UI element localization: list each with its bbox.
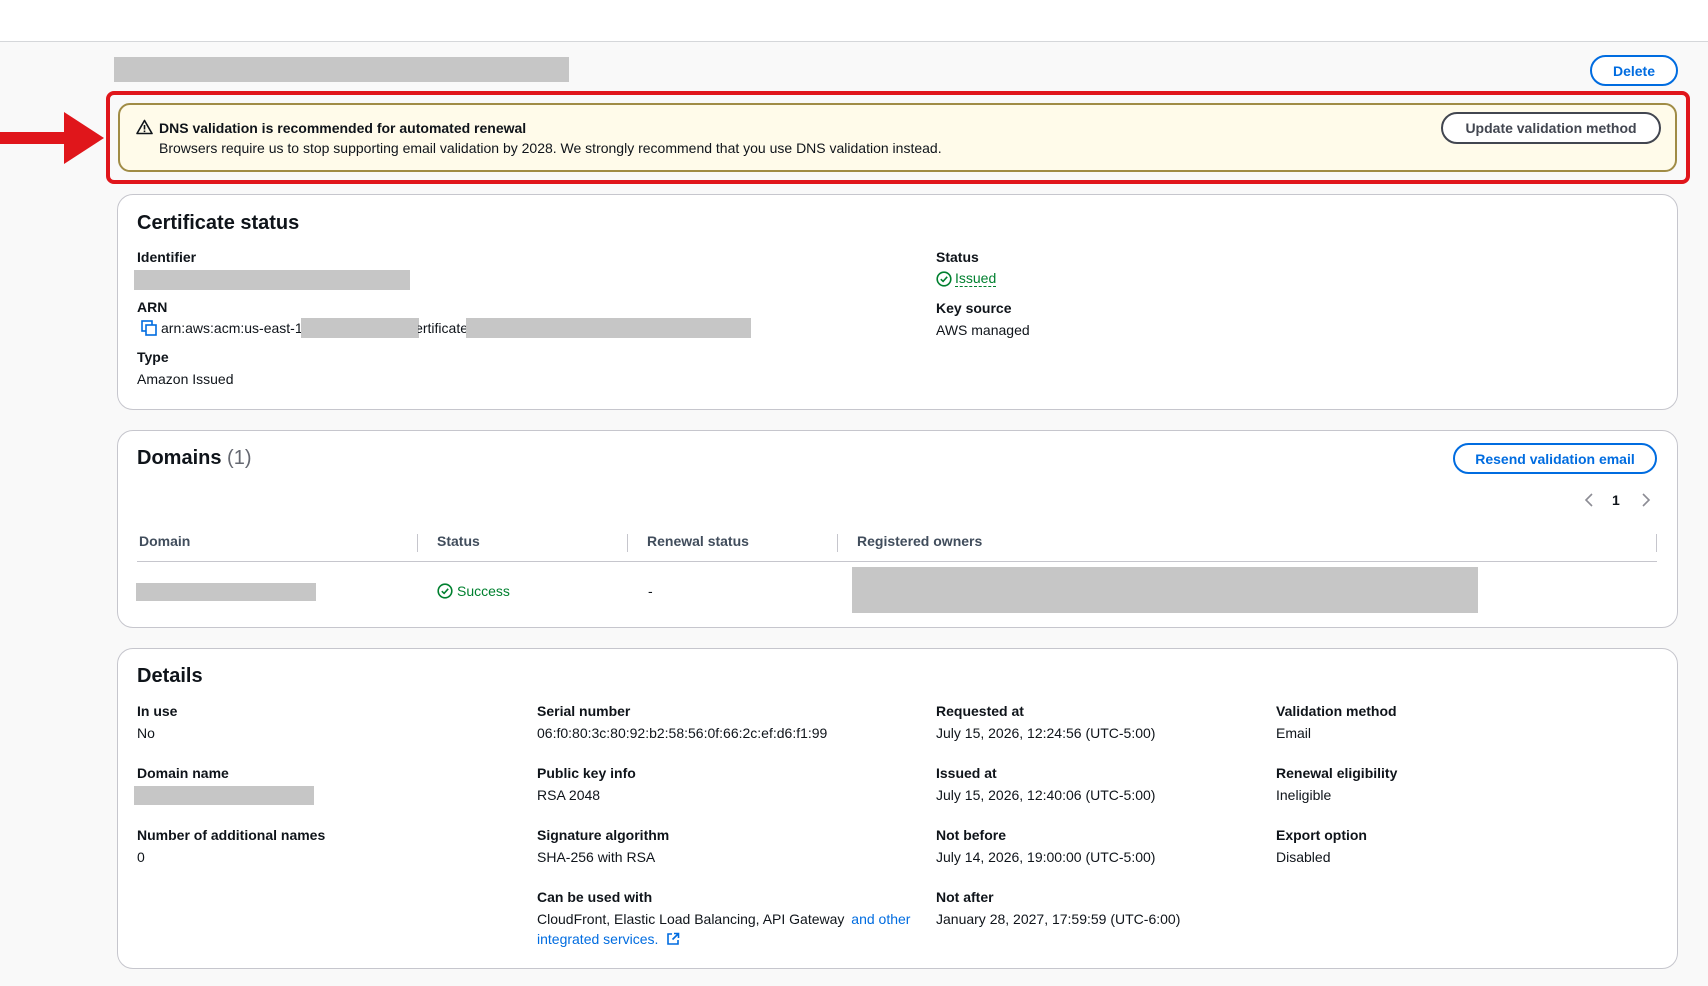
domain-name-label: Domain name (137, 765, 229, 781)
signature-algorithm-value: SHA-256 with RSA (537, 849, 656, 865)
can-be-used-label: Can be used with (537, 889, 653, 905)
arn-value-middle: certificate (418, 320, 468, 336)
check-circle-icon (936, 270, 952, 287)
arn-value-prefix: arn:aws:acm:us-east-1 (161, 320, 303, 336)
external-link-icon[interactable] (666, 932, 680, 946)
validation-method-label: Validation method (1276, 703, 1397, 719)
alert-message: Browsers require us to stop supporting e… (159, 140, 942, 156)
chevron-right-icon[interactable] (1640, 493, 1652, 507)
validation-method-value: Email (1276, 725, 1312, 741)
domain-cell-redacted (136, 583, 316, 601)
requested-at-value: July 15, 2026, 12:24:56 (UTC-5:00) (936, 725, 1156, 741)
domains-heading: Domains (1) (137, 447, 251, 470)
additional-names-value: 0 (137, 849, 145, 865)
public-key-label: Public key info (537, 765, 636, 781)
column-header-renewal-status[interactable]: Renewal status (647, 533, 749, 549)
column-divider[interactable] (627, 534, 628, 552)
arn-value-middle-clip: certificate (418, 320, 468, 338)
issued-at-value: July 15, 2026, 12:40:06 (UTC-5:00) (936, 787, 1156, 803)
integrated-services-link-line2[interactable]: integrated services. (537, 931, 658, 947)
resend-validation-email-button[interactable]: Resend validation email (1453, 443, 1657, 474)
page-number[interactable]: 1 (1612, 492, 1620, 508)
status-indicator: Issued (936, 270, 997, 287)
column-header-status[interactable]: Status (437, 533, 480, 549)
status-value[interactable]: Issued (955, 270, 997, 287)
not-after-label: Not after (936, 889, 994, 905)
column-divider[interactable] (1656, 534, 1657, 552)
row-status-value: Success (457, 583, 510, 599)
can-be-used-services: CloudFront, Elastic Load Balancing, API … (537, 911, 845, 927)
annotation-arrow-icon (0, 112, 104, 164)
arn-id-redacted (466, 318, 751, 338)
certificate-status-card (117, 194, 1678, 410)
alert-title: DNS validation is recommended for automa… (159, 120, 527, 136)
not-before-value: July 14, 2026, 19:00:00 (UTC-5:00) (936, 849, 1156, 865)
serial-number-label: Serial number (537, 703, 631, 719)
not-before-label: Not before (936, 827, 1006, 843)
table-header-divider (137, 561, 1657, 562)
update-validation-method-button[interactable]: Update validation method (1441, 112, 1661, 144)
arn-account-redacted (301, 318, 419, 338)
in-use-value: No (137, 725, 155, 741)
domains-count: (1) (227, 447, 252, 469)
renewal-eligibility-label: Renewal eligibility (1276, 765, 1398, 781)
page-title-redacted (114, 57, 569, 82)
delete-button[interactable]: Delete (1590, 55, 1678, 86)
in-use-label: In use (137, 703, 178, 719)
key-source-label: Key source (936, 300, 1012, 316)
domain-name-redacted (134, 786, 314, 805)
identifier-value-redacted (134, 270, 410, 290)
key-source-value: AWS managed (936, 322, 1030, 338)
type-label: Type (137, 349, 169, 365)
domains-title: Domains (137, 447, 222, 469)
export-option-value: Disabled (1276, 849, 1331, 865)
signature-algorithm-label: Signature algorithm (537, 827, 670, 843)
column-divider[interactable] (417, 534, 418, 552)
registered-owners-redacted (852, 567, 1478, 613)
copy-icon[interactable] (141, 320, 157, 336)
public-key-value: RSA 2048 (537, 787, 601, 803)
check-circle-icon (437, 583, 453, 599)
warning-icon (136, 119, 153, 135)
certificate-status-heading: Certificate status (137, 212, 300, 234)
can-be-used-value-line2: integrated services. (537, 931, 680, 947)
issued-at-label: Issued at (936, 765, 997, 781)
additional-names-label: Number of additional names (137, 827, 326, 843)
export-option-label: Export option (1276, 827, 1367, 843)
top-bar (0, 0, 1708, 42)
details-heading: Details (137, 665, 203, 687)
chevron-left-icon[interactable] (1584, 493, 1596, 507)
type-value: Amazon Issued (137, 371, 234, 387)
pagination: 1 (1580, 490, 1656, 510)
column-header-domain[interactable]: Domain (139, 533, 190, 549)
integrated-services-link[interactable]: and other (851, 911, 910, 927)
row-status: Success (437, 583, 510, 599)
table-row: Success - (130, 566, 1660, 614)
can-be-used-value: CloudFront, Elastic Load Balancing, API … (537, 911, 910, 927)
requested-at-label: Requested at (936, 703, 1024, 719)
column-divider[interactable] (837, 534, 838, 552)
status-label: Status (936, 249, 979, 265)
row-renewal-status: - (648, 583, 653, 599)
identifier-label: Identifier (137, 249, 197, 265)
column-header-registered-owners[interactable]: Registered owners (857, 533, 982, 549)
not-after-value: January 28, 2027, 17:59:59 (UTC-6:00) (936, 911, 1181, 927)
arn-label: ARN (137, 299, 168, 315)
serial-number-value: 06:f0:80:3c:80:92:b2:58:56:0f:66:2c:ef:d… (537, 725, 828, 741)
renewal-eligibility-value: Ineligible (1276, 787, 1332, 803)
